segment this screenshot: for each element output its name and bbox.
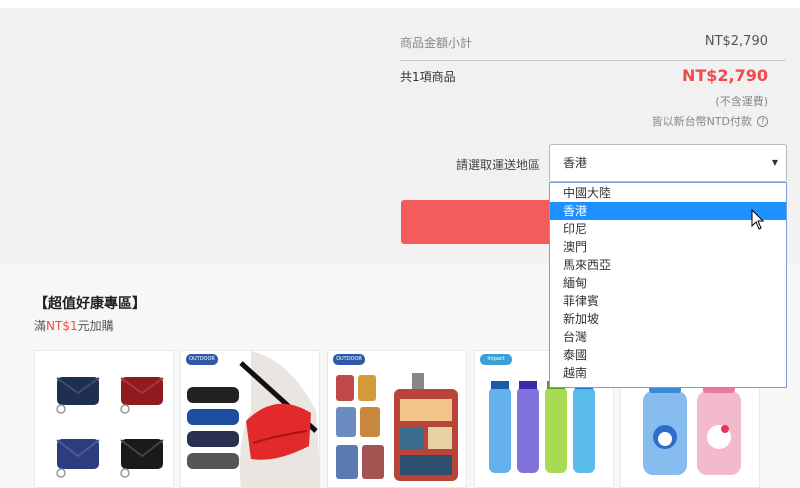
top-strip <box>0 0 800 8</box>
product-card-waist-bag[interactable]: OUTDOOR <box>180 350 320 488</box>
shipping-region-select[interactable]: 香港 ▼ <box>549 144 787 182</box>
dropdown-option[interactable]: 澳門 <box>550 238 786 256</box>
mouse-cursor-icon <box>751 209 765 230</box>
item-count-label: 共1項商品 <box>400 70 456 84</box>
currency-note: 皆以新台幣NTD付款 ? <box>652 113 768 129</box>
promo-sub-suffix: 元加購 <box>77 319 114 333</box>
summary-divider <box>400 60 786 61</box>
dropdown-option[interactable]: 中國大陸 <box>550 184 786 202</box>
total-row: 共1項商品 NT$2,790 <box>400 66 768 90</box>
dropdown-option[interactable]: 馬來西亞 <box>550 256 786 274</box>
subtotal-row: 商品金額小計 NT$2,790 <box>400 34 768 52</box>
waist-bag-image <box>181 351 319 487</box>
product-card-luggage-cover[interactable]: OUTDOOR <box>327 350 467 488</box>
product-card-pouches[interactable] <box>34 350 174 488</box>
promo-sub-prefix: 滿 <box>34 319 47 333</box>
dropdown-option[interactable]: 新加坡 <box>550 310 786 328</box>
brand-badge: OUTDOOR <box>332 353 366 366</box>
dropdown-arrow-icon: ▼ <box>771 158 778 167</box>
total-value: NT$2,790 <box>681 66 768 85</box>
dropdown-option[interactable]: 越南 <box>550 364 786 382</box>
subtotal-label: 商品金額小計 <box>400 36 473 50</box>
luggage-cover-image <box>336 373 458 481</box>
shipping-region-label: 請選取運送地區 <box>456 158 541 172</box>
promo-section-title: 【超值好康專區】 <box>34 296 146 312</box>
brand-badge: OUTDOOR <box>185 353 219 366</box>
promo-section-subtitle: 滿NT$1元加購 <box>34 317 114 334</box>
dropdown-option[interactable]: 泰國 <box>550 346 786 364</box>
selected-region: 香港 <box>563 156 588 170</box>
help-icon[interactable]: ? <box>757 115 768 127</box>
dropdown-option[interactable]: 台灣 <box>550 328 786 346</box>
currency-note-text: 皆以新台幣NTD付款 <box>651 115 752 128</box>
subtotal-value: NT$2,790 <box>704 34 768 49</box>
dropdown-option[interactable]: 菲律賓 <box>550 292 786 310</box>
promo-sub-amount: NT$1 <box>46 319 78 333</box>
pouch-set-image <box>56 377 164 478</box>
dropdown-option[interactable]: 緬甸 <box>550 274 786 292</box>
shipping-excluded-note: (不含運費) <box>715 95 768 108</box>
brand-badge: Impact <box>479 353 513 366</box>
